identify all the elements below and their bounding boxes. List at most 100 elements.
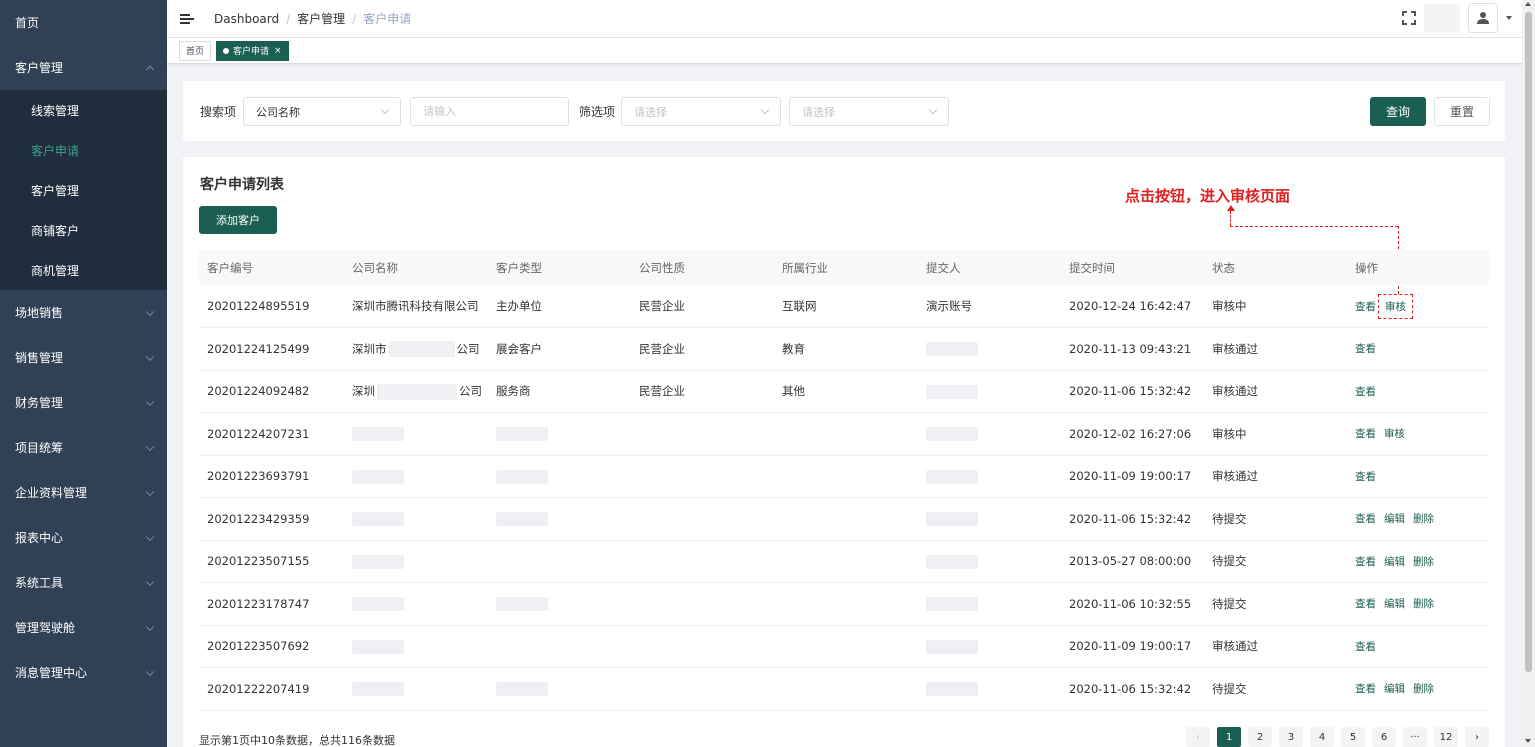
filter2-select[interactable]: 请选择	[789, 97, 949, 126]
page-button[interactable]: 2	[1248, 727, 1272, 747]
close-icon[interactable]: ×	[274, 46, 282, 56]
tag-customer-application[interactable]: 客户申请 ×	[216, 40, 289, 61]
review-link[interactable]: 审核	[1385, 301, 1406, 313]
view-link[interactable]: 查看	[1355, 513, 1376, 525]
sidebar-item-customer-management[interactable]: 客户管理	[0, 45, 167, 90]
scroll-down-arrow-icon[interactable]	[1525, 739, 1531, 743]
reset-button[interactable]: 重置	[1434, 97, 1490, 126]
view-link[interactable]: 查看	[1355, 301, 1376, 313]
chevron-down-icon	[928, 105, 938, 115]
delete-link[interactable]: 删除	[1413, 556, 1434, 568]
sidebar-item-label: 企业资料管理	[15, 486, 88, 500]
view-link[interactable]: 查看	[1355, 683, 1376, 695]
query-button[interactable]: 查询	[1370, 97, 1426, 126]
select-value: 公司名称	[256, 105, 300, 119]
edit-link[interactable]: 编辑	[1384, 513, 1405, 525]
sidebar-subitem-label: 线索管理	[31, 103, 80, 118]
sidebar-subitem-leads[interactable]: 线索管理	[0, 90, 167, 130]
sidebar-item-home[interactable]: 首页	[0, 0, 167, 45]
list-panel: 客户申请列表 添加客户 点击按钮，进入审核页面 客户编号 公司名称 客户类型 公…	[183, 157, 1505, 747]
table-row: 20201224092482 深圳 公司 服务商 民营企业 其他 2020-11-…	[199, 370, 1489, 413]
delete-link[interactable]: 删除	[1413, 683, 1434, 695]
sidebar-item-projects[interactable]: 项目统筹	[0, 425, 167, 470]
review-link[interactable]: 审核	[1384, 428, 1405, 440]
cell-time: 2020-12-24 16:42:47	[1069, 299, 1192, 313]
cell-submitter-redacted	[918, 668, 1061, 711]
edit-link[interactable]: 编辑	[1384, 683, 1405, 695]
search-input[interactable]	[410, 97, 569, 126]
sidebar-subitem-customer-application[interactable]: 客户申请	[0, 130, 167, 170]
sidebar-item-label: 管理驾驶舱	[15, 621, 76, 635]
avatar[interactable]	[1468, 3, 1498, 33]
cell-industry: 互联网	[782, 299, 817, 313]
fullscreen-icon[interactable]	[1402, 11, 1416, 25]
cell-type-redacted	[488, 413, 631, 456]
add-customer-button[interactable]: 添加客户	[199, 206, 277, 234]
sidebar-item-label: 首页	[15, 16, 40, 30]
view-link[interactable]: 查看	[1355, 641, 1376, 653]
sidebar-subitem-customers[interactable]: 客户管理	[0, 170, 167, 210]
page-button[interactable]: 6	[1372, 727, 1396, 747]
view-link[interactable]: 查看	[1355, 386, 1376, 398]
edit-link[interactable]: 编辑	[1384, 556, 1405, 568]
cell-id: 20201223693791	[207, 469, 310, 484]
company-suffix: 公司	[459, 384, 482, 398]
sidebar-item-venue-sales[interactable]: 场地销售	[0, 290, 167, 335]
annotation-arrow-icon	[1227, 205, 1235, 211]
view-link[interactable]: 查看	[1355, 428, 1376, 440]
tag-home[interactable]: 首页	[179, 40, 212, 61]
edit-link[interactable]: 编辑	[1384, 598, 1405, 610]
cell-industry	[774, 413, 918, 456]
view-link[interactable]: 查看	[1355, 556, 1376, 568]
chevron-down-icon	[145, 352, 155, 361]
cell-submitter-redacted	[918, 583, 1061, 626]
breadcrumb-item[interactable]: 客户管理	[297, 10, 345, 27]
vertical-scrollbar[interactable]	[1522, 0, 1535, 747]
cell-industry	[774, 455, 918, 498]
page-button[interactable]: 1	[1217, 727, 1241, 747]
tag-label: 客户申请	[233, 47, 270, 57]
chevron-down-icon	[145, 532, 155, 541]
sidebar-item-finance[interactable]: 财务管理	[0, 380, 167, 425]
cell-actions: 查看	[1347, 455, 1489, 498]
view-link[interactable]: 查看	[1355, 598, 1376, 610]
hamburger-icon[interactable]	[180, 13, 194, 24]
breadcrumb-item[interactable]: Dashboard	[214, 12, 279, 26]
page-ellipsis[interactable]: ···	[1403, 727, 1427, 747]
cell-company-redacted	[344, 625, 488, 668]
delete-link[interactable]: 删除	[1413, 598, 1434, 610]
sidebar-item-sales[interactable]: 销售管理	[0, 335, 167, 380]
filter1-select[interactable]: 请选择	[621, 97, 781, 126]
table-row: 20201223178747 2020-11-06 10:32:55 待提交 查…	[199, 583, 1489, 626]
cell-type: 展会客户	[496, 341, 542, 356]
cell-time: 2013-05-27 08:00:00	[1069, 554, 1192, 569]
page-button[interactable]: 3	[1279, 727, 1303, 747]
caret-down-icon[interactable]	[1506, 16, 1512, 20]
page-button[interactable]: 5	[1341, 727, 1365, 747]
scroll-up-arrow-icon[interactable]	[1525, 2, 1531, 6]
sidebar-item-cockpit[interactable]: 管理驾驶舱	[0, 605, 167, 650]
company-prefix: 深圳	[352, 384, 375, 398]
chevron-down-icon	[145, 442, 155, 451]
redacted-block	[388, 341, 455, 357]
scrollbar-thumb[interactable]	[1525, 12, 1532, 672]
page-button[interactable]: 4	[1310, 727, 1334, 747]
cell-company-redacted	[344, 498, 488, 541]
page-button[interactable]: 12	[1434, 727, 1458, 747]
sidebar-item-messages[interactable]: 消息管理中心	[0, 650, 167, 695]
cell-id: 20201224207231	[207, 426, 310, 441]
sidebar-subitem-opportunities[interactable]: 商机管理	[0, 250, 167, 290]
next-page-button[interactable]: ›	[1465, 727, 1489, 747]
delete-link[interactable]: 删除	[1413, 513, 1434, 525]
sidebar-subitem-shop-customers[interactable]: 商铺客户	[0, 210, 167, 250]
cell-submitter-redacted	[918, 370, 1061, 413]
search-field-select[interactable]: 公司名称	[243, 97, 401, 126]
prev-page-button[interactable]: ‹	[1186, 727, 1210, 747]
view-link[interactable]: 查看	[1355, 471, 1376, 483]
cell-company-redacted	[344, 413, 488, 456]
cell-type	[488, 625, 631, 668]
sidebar-item-reports[interactable]: 报表中心	[0, 515, 167, 560]
sidebar-item-system-tools[interactable]: 系统工具	[0, 560, 167, 605]
sidebar-item-enterprise-data[interactable]: 企业资料管理	[0, 470, 167, 515]
view-link[interactable]: 查看	[1355, 343, 1376, 355]
